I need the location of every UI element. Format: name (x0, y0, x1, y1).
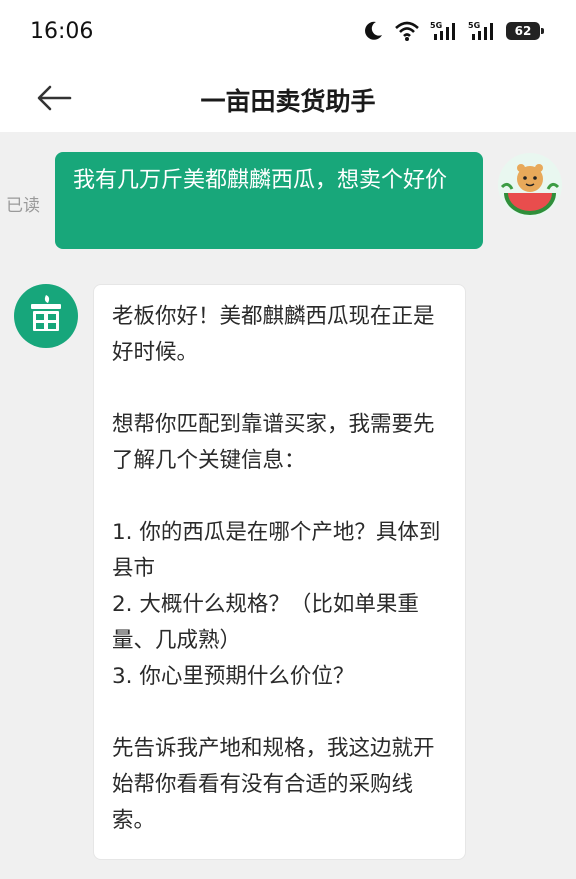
wifi-icon (394, 20, 420, 42)
list-item: 3. 你心里预期什么价位？ (112, 664, 355, 689)
message-paragraph: 老板你好！美都麒麟西瓜现在正是好时候。 (112, 304, 435, 365)
page-title: 一亩田卖货助手 (200, 87, 376, 116)
moon-icon (362, 20, 384, 42)
svg-text:5G: 5G (468, 21, 480, 30)
status-time: 16:06 (30, 19, 94, 44)
list-item: 2. 大概什么规格？（比如单果重量、几成熟） (112, 592, 419, 653)
status-icons: 5G 5G 62 (362, 20, 544, 42)
signal-5g-icon: 5G (468, 20, 496, 42)
svg-text:5G: 5G (430, 21, 442, 30)
read-status: 已读 (6, 196, 40, 216)
bot-message-bubble[interactable]: 老板你好！美都麒麟西瓜现在正是好时候。 想帮你匹配到靠谱买家，我需要先了解几个关… (93, 284, 466, 860)
watermelon-avatar[interactable] (498, 153, 562, 217)
status-bar: 16:06 5G 5G 62 (0, 0, 576, 64)
header: 一亩田卖货助手 (0, 64, 576, 132)
signal-5g-icon: 5G (430, 20, 458, 42)
yimutian-logo[interactable] (14, 284, 78, 348)
list-item: 1. 你的西瓜是在哪个产地？具体到县市 (112, 520, 441, 581)
user-message-bubble[interactable]: 我有几万斤美都麒麟西瓜，想卖个好价 (55, 152, 483, 249)
message-paragraph: 想帮你匹配到靠谱买家，我需要先了解几个关键信息： (112, 412, 435, 473)
battery-icon: 62 (506, 22, 544, 40)
message-paragraph: 先告诉我产地和规格，我这边就开始帮你看看有没有合适的采购线索。 (112, 736, 435, 833)
